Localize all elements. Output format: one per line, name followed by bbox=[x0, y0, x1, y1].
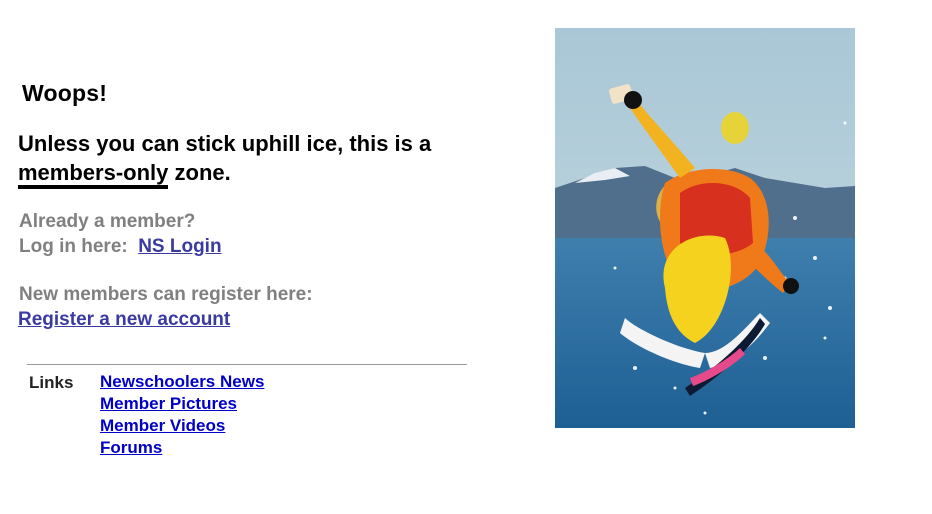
skier-photo bbox=[555, 28, 855, 428]
error-title: Woops! bbox=[22, 80, 108, 106]
headline-suffix: zone. bbox=[174, 160, 231, 185]
links-divider bbox=[27, 364, 467, 365]
ns-login-link[interactable]: NS Login bbox=[138, 236, 221, 257]
list-item: Member Videos bbox=[100, 415, 264, 437]
skier-photo-icon bbox=[555, 28, 855, 428]
links-list: Newschoolers News Member Pictures Member… bbox=[100, 371, 264, 459]
headline-text: Unless you can stick uphill ice, this is… bbox=[18, 131, 432, 156]
login-here-text: Log in here: bbox=[19, 236, 128, 257]
list-item: Newschoolers News bbox=[100, 371, 264, 393]
forums-link[interactable]: Forums bbox=[100, 438, 162, 457]
login-row: Log in here: NS Login bbox=[19, 236, 222, 258]
register-prompt: New members can register here: bbox=[19, 284, 313, 305]
register-account-link[interactable]: Register a new account bbox=[18, 309, 230, 331]
member-pictures-link[interactable]: Member Pictures bbox=[100, 394, 237, 413]
list-item: Forums bbox=[100, 437, 264, 459]
headline-emphasis: members-only bbox=[18, 160, 169, 189]
links-label: Links bbox=[29, 373, 74, 392]
member-videos-link[interactable]: Member Videos bbox=[100, 416, 225, 435]
members-only-headline: Unless you can stick uphill ice, this is… bbox=[18, 129, 498, 189]
newschoolers-news-link[interactable]: Newschoolers News bbox=[100, 372, 264, 391]
list-item: Member Pictures bbox=[100, 393, 264, 415]
already-member-text: Already a member? bbox=[19, 211, 196, 232]
